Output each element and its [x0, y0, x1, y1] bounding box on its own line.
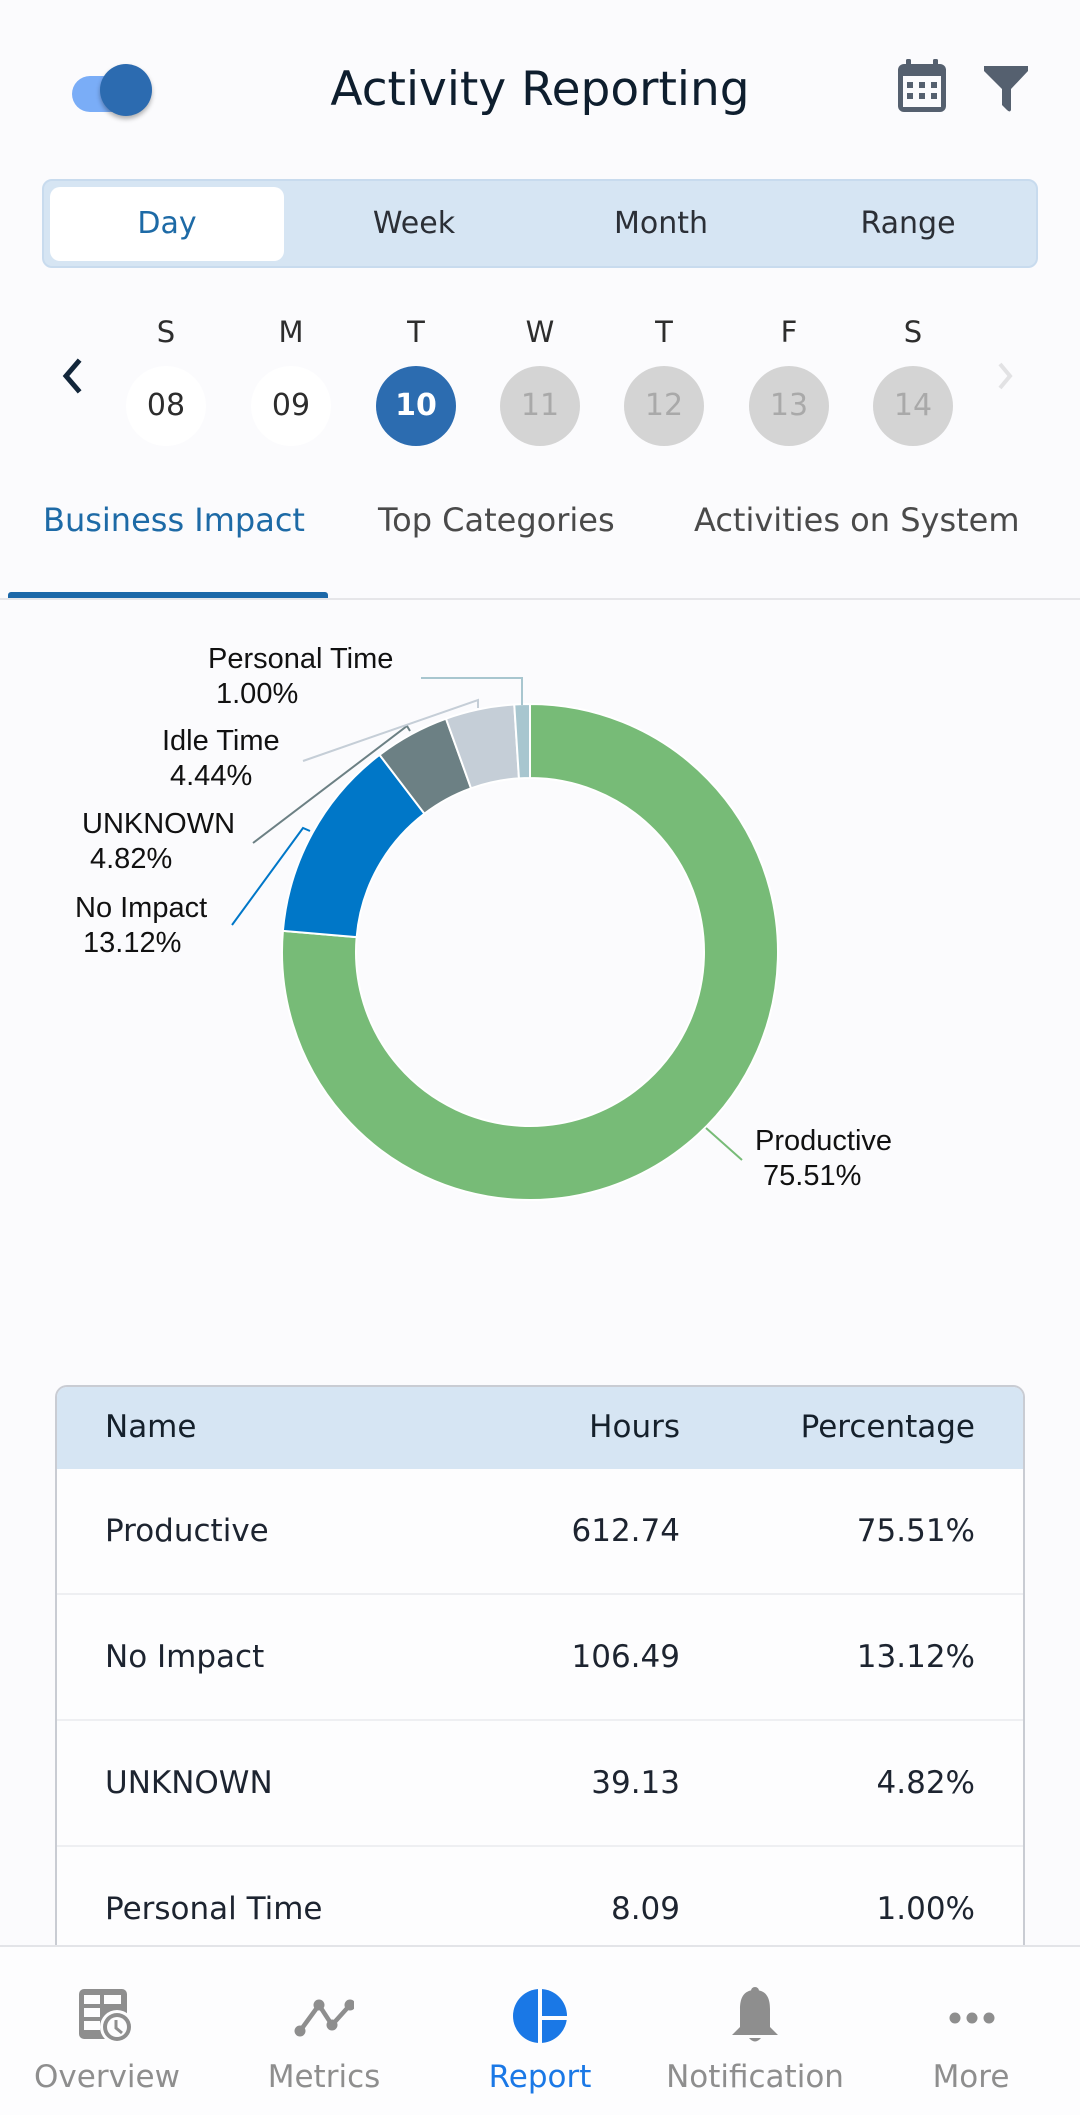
- more-icon: [949, 2012, 995, 2024]
- day-letter: S: [903, 315, 923, 349]
- day-mon: M 09: [246, 310, 336, 446]
- row-percentage: 75.51%: [856, 1513, 975, 1549]
- slice-label-personal-time: Personal Time: [208, 643, 393, 675]
- row-hours: 39.13: [591, 1765, 680, 1801]
- period-tab-week[interactable]: Week: [297, 187, 531, 261]
- nav-label: Notification: [666, 2059, 844, 2095]
- day-letter: S: [156, 315, 176, 349]
- slice-value-no-impact: 13.12%: [83, 927, 181, 959]
- nav-notification[interactable]: Notification: [665, 1947, 845, 2115]
- prev-week-button[interactable]: [52, 352, 96, 400]
- row-name: Personal Time: [105, 1891, 323, 1927]
- metrics-icon: [294, 1999, 354, 2037]
- row-hours: 106.49: [571, 1639, 680, 1675]
- period-tab-day[interactable]: Day: [50, 187, 284, 261]
- day-date[interactable]: 12: [624, 366, 704, 446]
- day-date[interactable]: 11: [500, 366, 580, 446]
- period-selector: Day Week Month Range: [42, 179, 1038, 268]
- day-date-selected[interactable]: 10: [376, 366, 456, 446]
- period-tab-range[interactable]: Range: [791, 187, 1025, 261]
- row-name: UNKNOWN: [105, 1765, 273, 1801]
- report-icon: [513, 1987, 570, 2045]
- row-name: No Impact: [105, 1639, 265, 1675]
- day-letter: M: [278, 315, 304, 349]
- tab-top-categories[interactable]: Top Categories: [378, 494, 615, 546]
- slice-value-productive: 75.51%: [763, 1160, 861, 1192]
- column-header-percentage[interactable]: Percentage: [801, 1409, 975, 1445]
- active-tab-indicator: [8, 592, 328, 598]
- row-hours: 8.09: [610, 1891, 680, 1927]
- next-week-button[interactable]: [984, 352, 1028, 400]
- day-date[interactable]: 13: [749, 366, 829, 446]
- slice-label-idle-time: Idle Time: [162, 725, 280, 757]
- nav-label: More: [932, 2059, 1010, 2095]
- column-header-hours[interactable]: Hours: [589, 1409, 680, 1445]
- leader-line-productive: [705, 1127, 743, 1161]
- table-header: Name Hours Percentage: [57, 1387, 1023, 1469]
- nav-label: Overview: [34, 2059, 180, 2095]
- business-impact-donut-chart: Productive75.51%No Impact13.12%UNKNOWN4.…: [75, 643, 892, 1201]
- day-thu: T 12: [619, 310, 709, 446]
- filter-icon[interactable]: [980, 58, 1032, 114]
- slice-value-personal-time: 1.00%: [216, 678, 298, 710]
- nav-report[interactable]: Report: [450, 1947, 630, 2115]
- day-sat: S 14: [868, 310, 958, 446]
- nav-metrics[interactable]: Metrics: [234, 1947, 414, 2115]
- nav-label: Metrics: [267, 2059, 381, 2095]
- bell-icon: [732, 1987, 778, 2042]
- business-impact-table: Name Hours Percentage Productive 612.74 …: [55, 1385, 1025, 2005]
- period-tab-month[interactable]: Month: [544, 187, 778, 261]
- leader-line-personal-time: [421, 677, 523, 705]
- day-date[interactable]: 08: [126, 366, 206, 446]
- day-date[interactable]: 14: [873, 366, 953, 446]
- row-percentage: 13.12%: [856, 1639, 975, 1675]
- slice-label-unknown: UNKNOWN: [82, 808, 235, 840]
- column-header-name[interactable]: Name: [105, 1409, 196, 1445]
- slice-label-no-impact: No Impact: [75, 892, 207, 924]
- day-letter: T: [407, 315, 425, 349]
- day-letter: F: [780, 315, 798, 349]
- slice-value-idle-time: 4.44%: [170, 760, 252, 792]
- tab-activities-on-system[interactable]: Activities on System: [694, 494, 1020, 546]
- day-wed: W 11: [495, 310, 585, 446]
- chevron-left-icon: [62, 358, 82, 394]
- overview-icon: [79, 1989, 134, 2044]
- day-letter: T: [655, 315, 673, 349]
- day-fri: F 13: [744, 310, 834, 446]
- row-name: Productive: [105, 1513, 269, 1549]
- table-row[interactable]: No Impact 106.49 13.12%: [57, 1595, 1023, 1721]
- day-tue: T 10: [371, 310, 461, 446]
- bottom-navigation: Overview Metrics Report Notification Mor…: [0, 1945, 1080, 2115]
- row-hours: 612.74: [571, 1513, 680, 1549]
- slice-label-productive: Productive: [755, 1125, 892, 1157]
- tab-business-impact[interactable]: Business Impact: [43, 494, 305, 546]
- day-letter: W: [525, 315, 555, 349]
- table-row[interactable]: UNKNOWN 39.13 4.82%: [57, 1721, 1023, 1847]
- nav-more[interactable]: More: [881, 1947, 1061, 2115]
- slice-value-unknown: 4.82%: [90, 843, 172, 875]
- nav-label: Report: [488, 2059, 592, 2095]
- nav-overview[interactable]: Overview: [17, 1947, 197, 2115]
- day-sun: S 08: [121, 310, 211, 446]
- calendar-icon[interactable]: [896, 58, 948, 114]
- table-row[interactable]: Productive 612.74 75.51%: [57, 1469, 1023, 1595]
- row-percentage: 4.82%: [876, 1765, 975, 1801]
- day-date[interactable]: 09: [251, 366, 331, 446]
- chevron-right-icon: [998, 362, 1013, 390]
- row-percentage: 1.00%: [876, 1891, 975, 1927]
